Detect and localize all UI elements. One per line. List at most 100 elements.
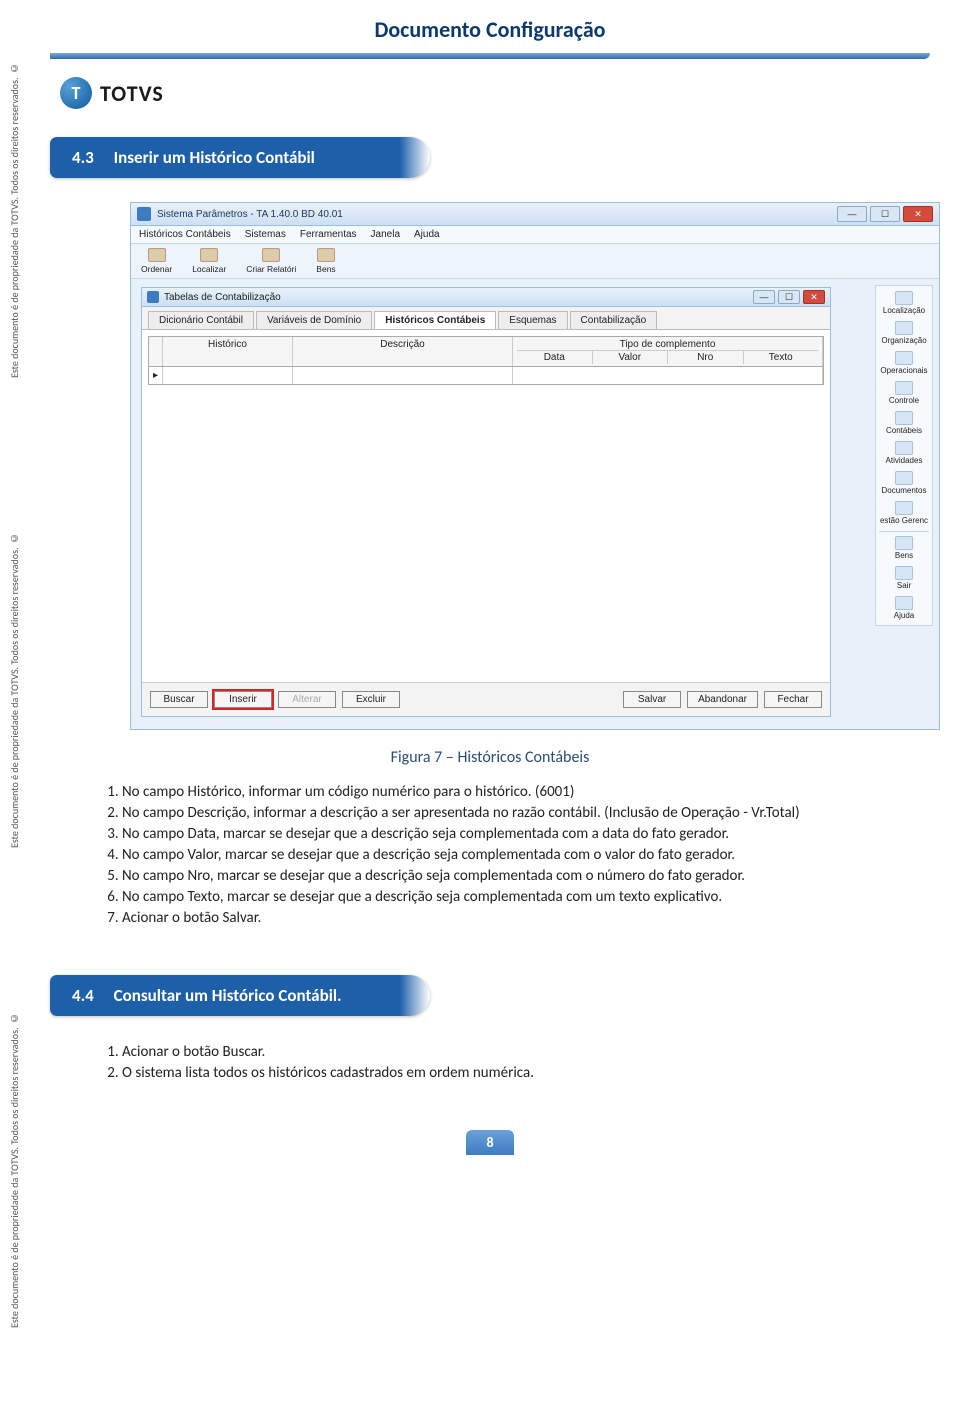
ops-icon <box>895 351 913 365</box>
side-bens[interactable]: Bens <box>879 531 929 562</box>
instruction-item: No campo Histórico, informar um código n… <box>122 783 914 801</box>
ownership-note: Este documento é de propriedade da TOTVS… <box>8 980 32 1360</box>
page-number: 8 <box>466 1130 514 1155</box>
side-icon-bar: Localização Organização Operacionais Con… <box>875 285 933 626</box>
side-gestao[interactable]: estão Gerenc <box>879 499 929 527</box>
mgmt-icon <box>895 501 913 515</box>
main-toolbar: Ordenar Localizar Criar Relatóri Bens <box>131 244 939 279</box>
menu-item[interactable]: Janela <box>371 229 400 240</box>
subcol-data: Data <box>517 351 593 364</box>
menu-bar: Históricos Contábeis Sistemas Ferramenta… <box>131 226 939 244</box>
tab-esquemas[interactable]: Esquemas <box>498 311 567 329</box>
control-icon <box>895 381 913 395</box>
abandonar-button[interactable]: Abandonar <box>687 691 758 708</box>
main-window-titlebar: Sistema Parâmetros - TA 1.40.0 BD 40.01 … <box>131 203 939 226</box>
toolbar-relatorio[interactable]: Criar Relatóri <box>246 248 296 274</box>
inner-app-icon <box>147 291 159 303</box>
menu-item[interactable]: Ferramentas <box>300 229 357 240</box>
account-icon <box>895 411 913 425</box>
fechar-button[interactable]: Fechar <box>764 691 822 708</box>
section-number: 4.3 <box>72 147 94 168</box>
tab-contabilizacao[interactable]: Contabilização <box>570 311 658 329</box>
minimize-button[interactable]: — <box>837 206 867 222</box>
bens-icon <box>317 248 335 262</box>
instruction-item: No campo Nro, marcar se desejar que a de… <box>122 867 914 885</box>
maximize-button[interactable]: ☐ <box>870 206 900 222</box>
brand-name: TOTVS <box>100 80 164 107</box>
side-localizacao[interactable]: Localização <box>879 289 929 317</box>
instruction-item: No campo Data, marcar se desejar que a d… <box>122 825 914 843</box>
col-tipo: Tipo de complemento Data Valor Nro Texto <box>513 337 823 366</box>
header-divider <box>50 53 930 59</box>
brand-block: T TOTVS <box>60 77 930 109</box>
ownership-note: Este documento é de propriedade da TOTVS… <box>8 30 32 410</box>
sort-icon <box>148 248 166 262</box>
section-number: 4.4 <box>72 985 94 1006</box>
inner-minimize-button[interactable]: — <box>753 290 775 304</box>
app-icon <box>137 207 151 221</box>
close-button[interactable]: ✕ <box>903 206 933 222</box>
side-documentos[interactable]: Documentos <box>879 469 929 497</box>
section-title: Inserir um Histórico Contábil <box>114 147 315 168</box>
tab-variaveis[interactable]: Variáveis de Domínio <box>256 311 372 329</box>
menu-item[interactable]: Históricos Contábeis <box>139 229 231 240</box>
side-atividades[interactable]: Atividades <box>879 439 929 467</box>
main-window-title: Sistema Parâmetros - TA 1.40.0 BD 40.01 <box>157 209 837 220</box>
toolbar-bens[interactable]: Bens <box>316 248 335 274</box>
section-heading-4-4: 4.4 Consultar um Histórico Contábil. <box>50 975 430 1016</box>
ownership-note: Este documento é de propriedade da TOTVS… <box>8 500 32 880</box>
side-contabeis[interactable]: Contábeis <box>879 409 929 437</box>
tab-historicos[interactable]: Históricos Contábeis <box>374 311 496 329</box>
inserir-button[interactable]: Inserir <box>214 691 272 708</box>
brand-logo-icon: T <box>60 77 92 109</box>
salvar-button[interactable]: Salvar <box>623 691 681 708</box>
instruction-item: No campo Descrição, informar a descrição… <box>122 804 914 822</box>
subcol-texto: Texto <box>744 351 819 364</box>
tab-dicionario[interactable]: Dicionário Contábil <box>148 311 254 329</box>
exit-icon <box>895 566 913 580</box>
excluir-button[interactable]: Excluir <box>342 691 400 708</box>
side-controle[interactable]: Controle <box>879 379 929 407</box>
subcol-valor: Valor <box>593 351 669 364</box>
section-heading-4-3: 4.3 Inserir um Histórico Contábil <box>50 137 430 178</box>
side-sair[interactable]: Sair <box>879 564 929 592</box>
inner-window-title: Tabelas de Contabilização <box>164 292 753 303</box>
inner-window: Tabelas de Contabilização — ☐ ✕ Dicionár… <box>141 287 831 717</box>
subcol-nro: Nro <box>668 351 744 364</box>
col-descricao: Descrição <box>293 337 513 366</box>
instruction-item: Acionar o botão Salvar. <box>122 909 914 927</box>
docs-icon <box>895 471 913 485</box>
grid-row[interactable]: ▸ <box>148 367 824 385</box>
bens-side-icon <box>895 536 913 550</box>
menu-item[interactable]: Sistemas <box>245 229 286 240</box>
activity-icon <box>895 441 913 455</box>
side-ajuda[interactable]: Ajuda <box>879 594 929 622</box>
side-operacionais[interactable]: Operacionais <box>879 349 929 377</box>
toolbar-localizar[interactable]: Localizar <box>192 248 226 274</box>
document-title: Documento Configuração <box>50 10 930 53</box>
location-icon <box>895 291 913 305</box>
inner-tabs: Dicionário Contábil Variáveis de Domínio… <box>142 307 830 330</box>
search-icon <box>200 248 218 262</box>
inner-button-bar: Buscar Inserir Alterar Excluir Salvar Ab… <box>142 682 830 716</box>
menu-item[interactable]: Ajuda <box>414 229 440 240</box>
side-organizacao[interactable]: Organização <box>879 319 929 347</box>
row-cursor-icon: ▸ <box>149 367 163 384</box>
col-historico: Histórico <box>163 337 293 366</box>
org-icon <box>895 321 913 335</box>
instruction-list-1: No campo Histórico, informar um código n… <box>50 783 930 927</box>
instruction-item: O sistema lista todos os históricos cada… <box>122 1064 914 1082</box>
instruction-list-2: Acionar o botão Buscar. O sistema lista … <box>50 1043 930 1082</box>
inner-close-button[interactable]: ✕ <box>803 290 825 304</box>
buscar-button[interactable]: Buscar <box>150 691 208 708</box>
report-icon <box>262 248 280 262</box>
figure-caption: Figura 7 – Históricos Contábeis <box>50 748 930 767</box>
alterar-button[interactable]: Alterar <box>278 691 336 708</box>
section-title: Consultar um Histórico Contábil. <box>114 985 342 1006</box>
instruction-item: No campo Texto, marcar se desejar que a … <box>122 888 914 906</box>
application-screenshot: Sistema Parâmetros - TA 1.40.0 BD 40.01 … <box>130 202 940 730</box>
instruction-item: Acionar o botão Buscar. <box>122 1043 914 1061</box>
help-icon <box>895 596 913 610</box>
inner-maximize-button[interactable]: ☐ <box>778 290 800 304</box>
toolbar-ordenar[interactable]: Ordenar <box>141 248 172 274</box>
